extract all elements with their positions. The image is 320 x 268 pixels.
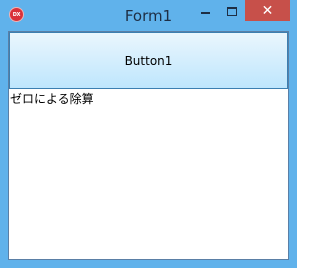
- client-area: Button1 ゼロによる除算: [8, 31, 289, 260]
- form1-window: DX Form1 ✕ Button1 ゼロによる除算: [0, 0, 297, 268]
- message-label: ゼロによる除算: [10, 92, 94, 106]
- title-bar[interactable]: DX Form1 ✕: [0, 0, 297, 31]
- minimize-button[interactable]: [193, 0, 219, 21]
- close-icon: ✕: [261, 2, 274, 19]
- button1[interactable]: Button1: [9, 32, 288, 89]
- close-button[interactable]: ✕: [245, 0, 290, 21]
- maximize-button[interactable]: [219, 0, 245, 21]
